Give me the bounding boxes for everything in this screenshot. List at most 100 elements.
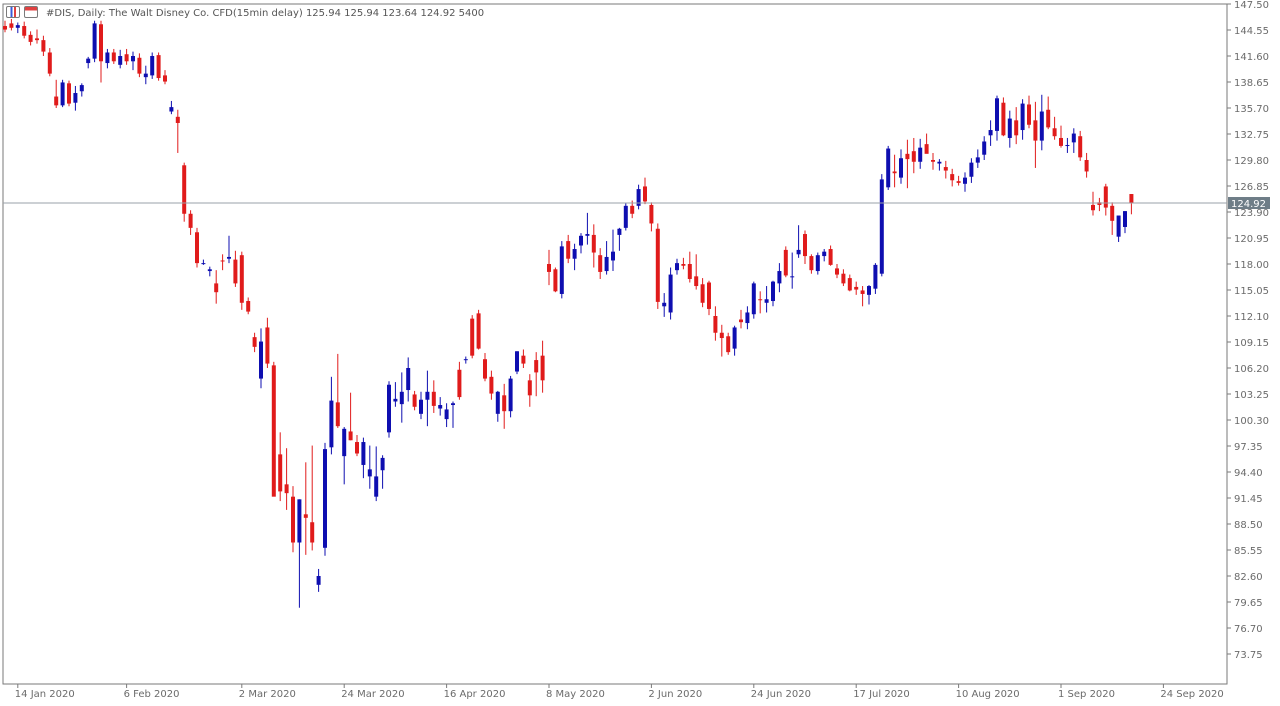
candle-body-bear [630,205,635,214]
y-tick-label: 132.75 [1234,130,1269,141]
candle-body-bull [342,428,347,457]
y-tick-label: 94.40 [1234,468,1263,479]
candle [252,332,257,353]
candle-body-bear [835,268,839,275]
candle-body-bear [758,299,763,301]
candle-body-bear [335,402,340,427]
candle-body-bear [803,234,807,257]
candle [463,356,468,364]
candle-body-bear [1084,160,1089,172]
candle-body-bear [847,278,852,291]
chart-axes: 147.50 144.55 141.60 138.65 135.70 132.75 129.… [2,0,1269,700]
candle-body-bear [598,255,603,272]
candle [700,278,705,308]
candle [28,31,33,46]
candle-body-bull [764,299,769,303]
candle-body-bull [495,391,500,414]
candle-body-bear [188,213,193,228]
candle-body-bull [323,449,327,548]
candle [649,202,654,232]
candle-body-bear [1046,109,1051,128]
candle-body-bear [182,165,187,214]
candle-body-bear [931,160,935,162]
candle-body-bull [1039,111,1044,141]
candle [335,353,340,428]
candle-body-bull [963,177,967,184]
candle-body-bull [451,403,455,406]
candle-body-bear [783,249,788,276]
candle [681,257,686,270]
chart-canvas[interactable]: 147.50 144.55 141.60 138.65 135.70 132.75 129.… [0,0,1280,702]
candle [3,20,7,33]
candle [899,149,903,184]
candle-body-bull [771,281,775,302]
candle-body-bull [393,398,398,402]
candle-body-bull [745,312,750,324]
candle [508,375,513,418]
candle [54,79,59,108]
candle-body-bull [399,391,404,405]
candle [444,403,449,428]
candle [931,152,935,170]
y-tick-label: 141.60 [1234,52,1269,63]
candle [515,351,519,375]
candle [975,149,980,168]
candle [713,306,718,341]
candle-body-bear [99,24,103,62]
candle-body-bear [713,316,718,333]
candle [943,160,948,179]
chart-window-icon[interactable] [6,6,20,18]
candle [815,252,820,275]
candle [15,22,20,34]
candle [841,269,846,287]
x-tick-label: 24 Mar 2020 [341,689,404,700]
candle-body-bull [444,409,449,420]
candle [431,380,436,413]
candle-body-bull [297,499,302,543]
candlestick-chart[interactable]: 147.50 144.55 141.60 138.65 135.70 132.75 129.… [0,0,1280,702]
y-tick-label: 109.15 [1234,338,1269,349]
candle [406,357,411,402]
candle-body-bull [143,73,148,78]
candle-body-bear [137,57,142,74]
candle-body-bull [579,235,583,246]
candle-body-bull [227,256,231,259]
candle [636,184,641,210]
candle [60,79,65,108]
candle [963,172,967,192]
candle-body-bear [553,269,558,292]
candle-body-bull [374,476,379,497]
price-overlay: 124.92 [3,197,1270,210]
trade-window-icon[interactable] [24,6,38,18]
candle-body-bear [566,241,571,259]
candle-body-bull [572,249,577,259]
candle [694,254,699,290]
candle [278,432,283,502]
candle [1007,110,1012,148]
y-tick-label: 115.05 [1234,286,1269,297]
candle [566,234,571,264]
candle-body-bull [969,162,974,177]
candle-body-bear [950,174,955,181]
candle [489,370,494,400]
candle [182,162,187,222]
candle-body-bull [150,56,155,76]
candle [969,158,974,183]
candle [598,248,603,279]
candle [937,159,942,171]
candle [163,70,167,85]
x-tick-label: 1 Sep 2020 [1058,689,1115,700]
candle-body-bear [649,204,654,224]
candle-body-bear [694,276,699,287]
candle-body-bear [1014,120,1019,136]
candle-body-bear [911,151,916,162]
x-tick-label: 2 Mar 2020 [239,689,296,700]
candle [316,568,321,592]
candle [297,499,302,608]
candle [559,241,564,299]
candle-body-bear [431,391,436,406]
candle [988,120,993,146]
candle-body-bull [873,264,878,289]
candle [1091,191,1095,216]
candle [572,243,577,271]
